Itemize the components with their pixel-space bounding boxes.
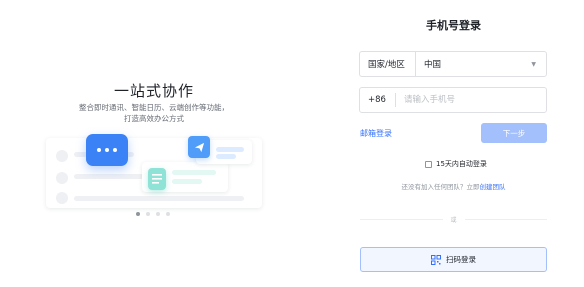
- divider-text: 或: [450, 216, 457, 224]
- chat-bubble-icon: [86, 134, 128, 166]
- email-login-link[interactable]: 邮箱登录: [360, 128, 392, 139]
- carousel-indicator: [136, 212, 170, 216]
- auto-login-label: 15天内自动登录: [436, 160, 487, 168]
- region-value: 中国: [424, 60, 442, 70]
- region-select[interactable]: 国家/地区 中国 ▼: [359, 51, 547, 77]
- auto-login-option[interactable]: 15天内自动登录: [425, 159, 487, 169]
- doc-lines-icon: [152, 174, 162, 184]
- carousel-dot-4[interactable]: [166, 212, 170, 216]
- chat-dot: [105, 148, 109, 152]
- country-code[interactable]: +86: [360, 93, 396, 107]
- send-icon: [188, 136, 210, 158]
- divider-line-right: [464, 218, 548, 220]
- divider-line-left: [360, 218, 443, 220]
- promo-title: 一站式协作: [113, 82, 194, 100]
- carousel-dot-1[interactable]: [136, 212, 140, 216]
- promo-description: 整合即时通讯、智能日历、云端创作等功能， 打造高效办公方式: [0, 102, 308, 124]
- create-team-link[interactable]: 创建团队: [480, 183, 506, 191]
- or-divider: 或: [360, 215, 548, 224]
- illustration-bar: [216, 154, 236, 159]
- chat-dot: [97, 148, 101, 152]
- carousel-dot-2[interactable]: [146, 212, 150, 216]
- illustration-bar: [216, 147, 244, 152]
- chevron-down-icon: ▼: [531, 60, 536, 68]
- promo-description-line-1: 整合即时通讯、智能日历、云端创作等功能，: [79, 103, 229, 112]
- illustration-avatar: [56, 192, 68, 204]
- illustration-avatar: [56, 172, 68, 184]
- chat-dot: [113, 148, 117, 152]
- illustration-bar: [74, 196, 244, 201]
- paper-plane-icon: [194, 142, 204, 152]
- join-team-prompt: 还没有加入任何团队？立即创建团队: [360, 181, 547, 191]
- illustration-bar: [172, 170, 216, 175]
- region-label: 国家/地区: [360, 52, 416, 76]
- illustration-bar: [172, 179, 202, 184]
- join-team-text: 还没有加入任何团队？立即: [401, 183, 480, 191]
- illustration-avatar: [56, 150, 68, 162]
- qr-code-icon: [431, 254, 441, 265]
- phone-field[interactable]: +86: [359, 87, 547, 113]
- promo-illustration: [46, 128, 262, 208]
- carousel-dot-3[interactable]: [156, 212, 160, 216]
- scan-login-label: 扫码登录: [446, 255, 476, 264]
- document-icon: [148, 168, 166, 190]
- next-button[interactable]: 下一步: [481, 123, 547, 143]
- promo-description-line-2: 打造高效办公方式: [124, 114, 184, 123]
- phone-input[interactable]: [396, 88, 546, 112]
- login-title: 手机号登录: [426, 19, 481, 32]
- auto-login-checkbox[interactable]: [425, 160, 432, 168]
- scan-login-button[interactable]: 扫码登录: [360, 247, 547, 272]
